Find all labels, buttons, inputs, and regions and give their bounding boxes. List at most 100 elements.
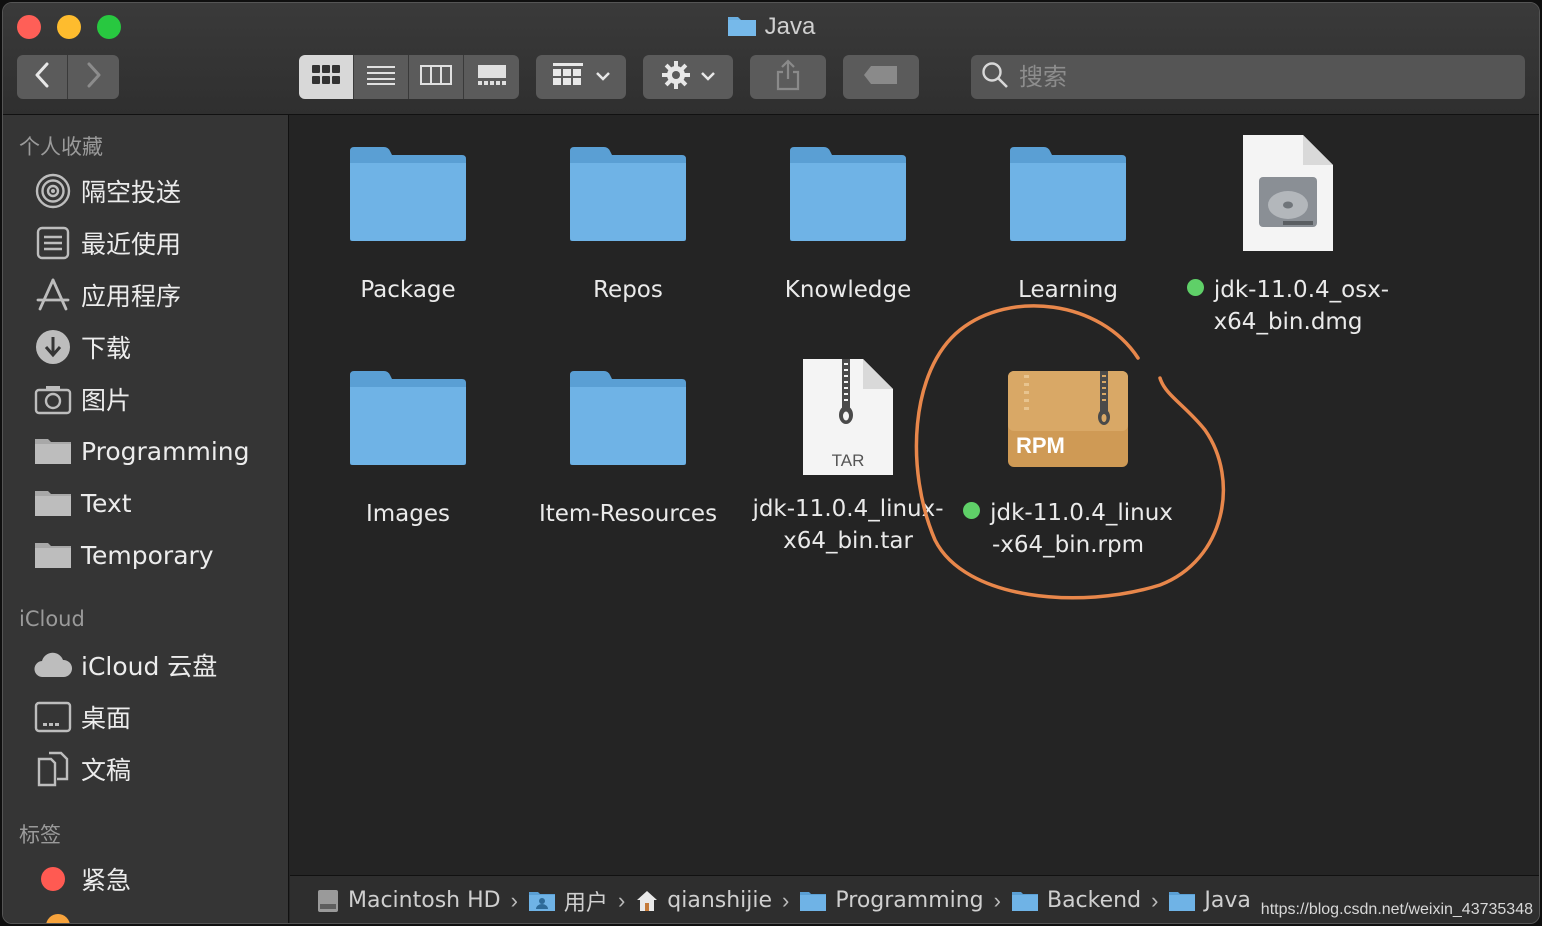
tag-button[interactable] — [843, 55, 919, 99]
titlebar: Java — [3, 3, 1539, 115]
sidebar-item-airdrop[interactable]: 隔空投送 — [33, 169, 181, 213]
sidebar-item-temporary[interactable]: Temporary — [33, 533, 214, 577]
file-item[interactable]: Learning — [958, 145, 1178, 306]
disk-image-icon — [1243, 135, 1333, 251]
file-item[interactable]: Knowledge — [738, 145, 958, 306]
sidebar-item-label: 文稿 — [81, 756, 132, 785]
path-separator: › — [993, 887, 1001, 913]
path-crumb-macintosh-hd[interactable]: Macintosh HD — [316, 888, 501, 914]
file-item[interactable]: Item-Resources — [518, 369, 738, 530]
file-grid: Package Repos Knowledge Learning jdk-11.… — [290, 115, 1539, 875]
folder-icon — [33, 535, 73, 575]
file-badge: RPM — [1016, 433, 1065, 458]
window-title-text: Java — [764, 13, 816, 40]
path-crumb-backend[interactable]: Backend — [1011, 888, 1141, 913]
sidebar-item-label: 桌面 — [81, 704, 132, 733]
gallery-view-button[interactable] — [464, 55, 519, 99]
folder-icon — [790, 147, 906, 241]
desktop-icon — [33, 697, 73, 737]
sidebar-item-desktop[interactable]: 桌面 — [33, 695, 131, 739]
sidebar-item-applications[interactable]: 应用程序 — [33, 273, 181, 317]
folder-icon — [33, 431, 73, 471]
downloads-icon — [33, 327, 73, 367]
sidebar-item-label: 隔空投送 — [81, 178, 182, 207]
green-tag-icon — [963, 502, 981, 519]
file-name: Repos — [593, 277, 663, 303]
sidebar-item-recents[interactable]: 最近使用 — [33, 221, 181, 265]
sidebar-item-label: 最近使用 — [81, 230, 182, 259]
nav-buttons — [17, 55, 119, 99]
sidebar-item-programming[interactable]: Programming — [33, 429, 250, 473]
folder-icon — [1011, 890, 1039, 912]
action-button[interactable] — [643, 55, 733, 99]
sidebar-item-documents[interactable]: 文稿 — [33, 747, 131, 791]
watermark-text: https://blog.csdn.net/weixin_43735348 — [1260, 901, 1533, 918]
path-crumb-users[interactable]: 用户 — [528, 885, 608, 917]
folder-icon — [570, 371, 686, 465]
share-icon — [775, 58, 801, 96]
group-by-icon — [552, 62, 584, 93]
file-item[interactable]: Repos — [518, 145, 738, 306]
forward-button[interactable] — [68, 55, 119, 99]
file-name: jdk-11.0.4_linux-x64_bin.tar — [752, 496, 944, 554]
icon-view-button[interactable] — [299, 55, 354, 99]
file-name: jdk-11.0.4_osx-x64_bin.dmg — [1178, 274, 1398, 338]
column-view-icon — [420, 64, 452, 91]
sidebar-item-downloads[interactable]: 下载 — [33, 325, 131, 369]
file-name: Images — [365, 501, 450, 527]
sidebar-item-label: 紧急 — [81, 866, 132, 895]
folder-icon — [350, 147, 466, 241]
path-crumb-programming[interactable]: Programming — [799, 888, 984, 913]
sidebar-item-icloud-drive[interactable]: iCloud 云盘 — [33, 643, 217, 687]
airdrop-icon — [33, 171, 73, 211]
orange-tag-icon — [45, 913, 71, 923]
path-crumb-java[interactable]: Java — [1168, 888, 1251, 913]
file-item[interactable]: Package — [298, 145, 518, 306]
search-icon — [981, 61, 1009, 94]
file-item[interactable]: Images — [298, 369, 518, 530]
icon-view-icon — [311, 64, 341, 91]
chevron-down-icon — [596, 68, 610, 86]
pictures-icon — [33, 379, 73, 419]
folder-icon — [799, 890, 827, 912]
back-button[interactable] — [17, 55, 68, 99]
path-crumb-home[interactable]: qianshijie — [635, 888, 772, 913]
share-button[interactable] — [750, 55, 826, 99]
group-by-button[interactable] — [536, 55, 626, 99]
path-separator: › — [510, 887, 518, 913]
sidebar-item-text[interactable]: Text — [33, 481, 132, 525]
sidebar-item-label: 下载 — [81, 334, 132, 363]
sidebar-item-label: iCloud 云盘 — [81, 652, 218, 681]
cloud-icon — [33, 645, 73, 685]
column-view-button[interactable] — [409, 55, 464, 99]
window-title: Java — [3, 13, 1539, 44]
search-field[interactable] — [971, 55, 1525, 99]
file-name: jdk-11.0.4_linux -x64_bin.rpm — [958, 497, 1178, 561]
red-tag-icon — [33, 859, 73, 899]
view-mode-control — [299, 55, 519, 99]
file-name: Package — [360, 277, 456, 303]
path-separator: › — [617, 887, 626, 913]
path-separator: › — [1151, 887, 1159, 913]
list-view-button[interactable] — [354, 55, 409, 99]
folder-icon — [1168, 890, 1196, 912]
file-item[interactable]: jdk-11.0.4_osx-x64_bin.dmg — [1178, 133, 1398, 338]
finder-window: Java 搜索 个人收藏 隔空投送 最近使用 应用程序 下载 图片 Progra… — [2, 2, 1540, 924]
sidebar-item-label: 应用程序 — [81, 282, 182, 311]
sidebar-section-favorites: 个人收藏 — [19, 135, 103, 159]
search-input[interactable] — [1019, 63, 1499, 91]
file-name: Item-Resources — [538, 501, 718, 527]
sidebar-item-label: Text — [81, 488, 132, 518]
green-tag-icon — [1186, 279, 1204, 296]
file-item[interactable]: RPM jdk-11.0.4_linux -x64_bin.rpm — [958, 369, 1178, 561]
sidebar-section-tags: 标签 — [19, 823, 61, 847]
file-item[interactable]: TAR jdk-11.0.4_linux-x64_bin.tar — [738, 357, 958, 557]
chevron-right-icon — [85, 62, 103, 93]
gear-icon — [661, 60, 691, 95]
sidebar: 个人收藏 隔空投送 最近使用 应用程序 下载 图片 Programming Te… — [3, 115, 289, 923]
applications-icon — [33, 275, 73, 315]
gallery-view-icon — [476, 64, 508, 91]
sidebar-item-tag-urgent[interactable]: 紧急 — [33, 857, 131, 901]
sidebar-item-pictures[interactable]: 图片 — [33, 377, 131, 421]
sidebar-item-label: Temporary — [81, 540, 214, 570]
